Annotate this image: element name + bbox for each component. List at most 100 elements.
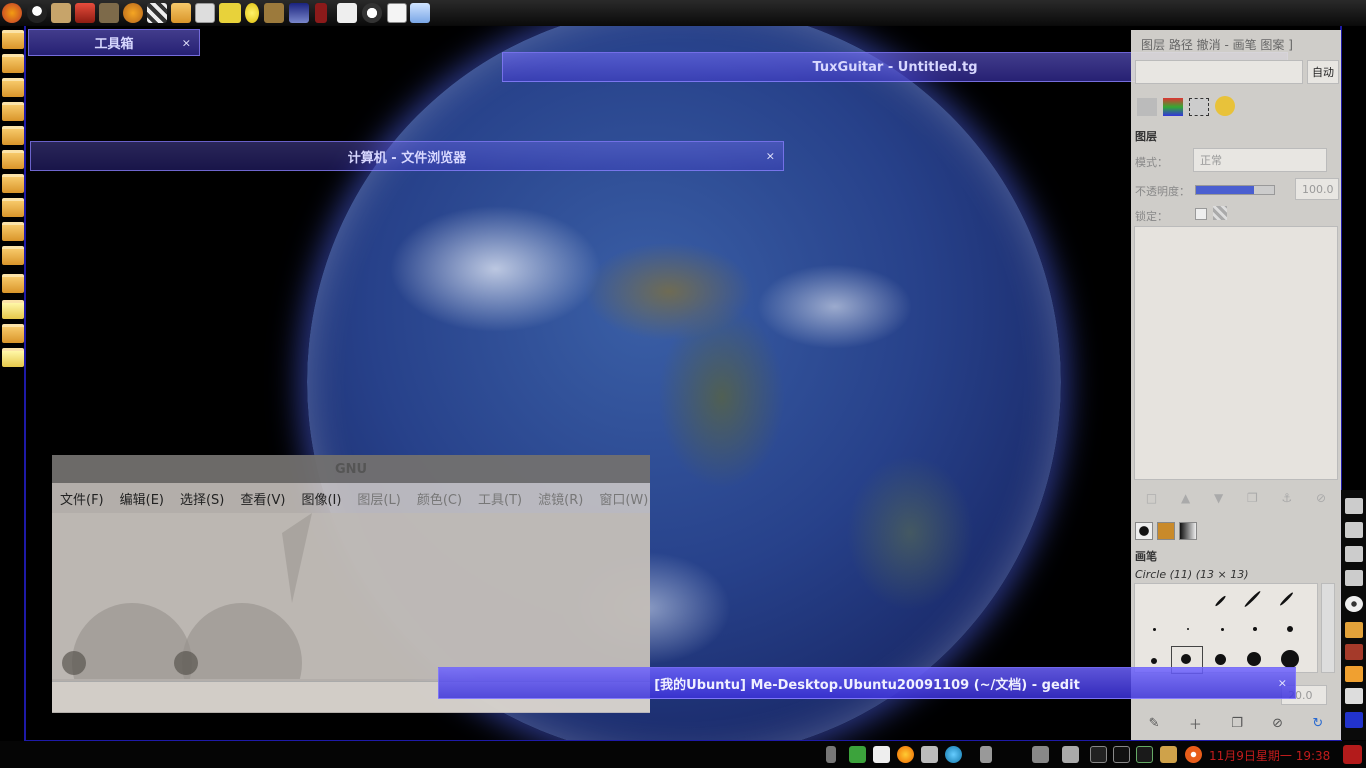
brush-item[interactable] [1279, 591, 1294, 607]
menu-layer[interactable]: 图层(L) [349, 489, 408, 508]
delete-brush-icon[interactable]: ⊘ [1272, 716, 1283, 731]
menu-view[interactable]: 查看(V) [232, 489, 293, 508]
duplicate-layer-icon[interactable]: ❐ [1247, 491, 1258, 505]
new-brush-icon[interactable]: ＋ [1189, 714, 1202, 733]
desktop-folder-icon[interactable] [2, 54, 24, 73]
brush-item[interactable] [1187, 628, 1189, 630]
menu-file[interactable]: 文件(F) [52, 489, 112, 508]
pet-app-icon[interactable] [123, 3, 143, 23]
gimp-animal-icon[interactable] [99, 3, 119, 23]
desktop-folder-icon[interactable] [2, 274, 24, 293]
easy-app-icon[interactable] [219, 3, 241, 23]
drive-icon[interactable] [1345, 546, 1363, 562]
wine-icon[interactable] [315, 3, 327, 23]
text-editor-icon[interactable] [387, 3, 407, 23]
wallpaper-icon[interactable] [1345, 644, 1363, 660]
firefox-icon[interactable] [2, 3, 22, 23]
wrench-app-icon[interactable] [264, 3, 284, 23]
gimp-canvas[interactable] [52, 513, 650, 723]
photo-album-icon[interactable] [337, 3, 357, 23]
keyboard-input-icon[interactable] [873, 746, 890, 763]
image-select[interactable] [1135, 60, 1303, 84]
refresh-brush-icon[interactable]: ↻ [1312, 716, 1323, 731]
qq-penguin-icon[interactable] [27, 3, 47, 23]
brush-item[interactable] [1221, 628, 1224, 631]
desktop-file-icon[interactable] [2, 300, 24, 319]
terminal-icon[interactable] [1113, 746, 1130, 763]
bulb-icon[interactable] [245, 3, 259, 23]
desktop-folder-icon[interactable] [2, 126, 24, 145]
terminal-icon[interactable] [1090, 746, 1107, 763]
edit-icon[interactable] [1062, 746, 1079, 763]
auto-button[interactable]: 自动 [1307, 60, 1339, 84]
drive-icon[interactable] [1345, 498, 1363, 514]
menu-image[interactable]: 图像(I) [293, 489, 349, 508]
anchor-layer-icon[interactable]: ⚓ [1282, 491, 1293, 505]
layers-tab-icon[interactable] [1137, 98, 1157, 116]
lock-alpha-icon[interactable] [1213, 206, 1227, 220]
power-icon[interactable] [1343, 745, 1362, 764]
file-manager-icon[interactable] [1160, 746, 1177, 763]
home-folder-icon[interactable] [1345, 622, 1363, 638]
brush-item[interactable] [1181, 654, 1191, 664]
lock-checkbox[interactable] [1195, 208, 1207, 220]
brush-item[interactable] [1151, 658, 1157, 664]
edit-brush-icon[interactable]: ✎ [1149, 716, 1160, 731]
clock[interactable]: 11月9日星期一 19:38 [1209, 747, 1330, 764]
gedit-titlebar[interactable]: [我的Ubuntu] Me-Desktop.Ubuntu20091109 (~/… [438, 667, 1296, 699]
drive-icon[interactable] [1345, 522, 1363, 538]
flame-icon[interactable] [897, 746, 914, 763]
image-viewer-icon[interactable] [195, 3, 215, 23]
network-icon[interactable] [849, 746, 866, 763]
close-icon[interactable]: × [766, 150, 775, 163]
volume-icon[interactable] [980, 746, 992, 763]
ubuntu-icon[interactable] [1185, 746, 1202, 763]
brush-item[interactable] [1243, 590, 1262, 608]
menu-windows[interactable]: 窗口(W) [591, 489, 656, 508]
desktop-folder-icon[interactable] [2, 102, 24, 121]
duplicate-brush-icon[interactable]: ❐ [1231, 716, 1243, 731]
toolbox-titlebar[interactable]: 工具箱 × [28, 29, 200, 56]
gradient-tab-icon[interactable] [1179, 522, 1197, 540]
camera-icon[interactable] [921, 746, 938, 763]
desktop-file-icon[interactable] [2, 348, 24, 367]
menu-edit[interactable]: 编辑(E) [112, 489, 172, 508]
cdrom-icon[interactable] [1345, 596, 1363, 612]
brush-item[interactable] [1253, 627, 1257, 631]
desktop-folder-icon[interactable] [2, 222, 24, 241]
desktop-folder-icon[interactable] [2, 198, 24, 217]
star-app-icon[interactable] [1345, 666, 1363, 682]
raise-layer-icon[interactable]: ▲ [1181, 491, 1190, 505]
channels-tab-icon[interactable] [1163, 98, 1183, 116]
presentation-icon[interactable] [1345, 688, 1363, 704]
menu-select[interactable]: 选择(S) [172, 489, 232, 508]
desktop-folder-icon[interactable] [2, 324, 24, 343]
system-monitor-icon[interactable] [1136, 746, 1153, 763]
desktop-folder-icon[interactable] [2, 78, 24, 97]
new-layer-icon[interactable]: □ [1146, 491, 1157, 505]
menu-colors[interactable]: 颜色(C) [409, 489, 470, 508]
folder-icon[interactable] [171, 3, 191, 23]
brush-item[interactable] [1247, 652, 1261, 666]
desktop-folder-icon[interactable] [2, 150, 24, 169]
pin-icon[interactable] [826, 746, 836, 763]
browser-icon[interactable] [945, 746, 962, 763]
paths-tab-icon[interactable] [1189, 98, 1209, 116]
brush-grid[interactable] [1134, 583, 1318, 674]
opacity-slider[interactable] [1195, 185, 1275, 195]
brush-item[interactable] [1153, 628, 1156, 631]
gimp-titlebar[interactable]: GNU [52, 455, 650, 483]
opacity-input[interactable]: 100.0 [1295, 178, 1339, 200]
mode-select[interactable]: 正常 [1193, 148, 1327, 172]
menu-tools[interactable]: 工具(T) [470, 489, 530, 508]
recorder-app-icon[interactable] [75, 3, 95, 23]
close-icon[interactable]: × [182, 36, 191, 49]
layers-list[interactable] [1134, 226, 1338, 480]
lower-layer-icon[interactable]: ▼ [1214, 491, 1223, 505]
brush-item[interactable] [1214, 594, 1227, 608]
rabbit-app-icon[interactable] [51, 3, 71, 23]
desktop-folder-icon[interactable] [2, 246, 24, 265]
brush-scrollbar[interactable] [1321, 583, 1335, 673]
penguin-face-icon[interactable] [362, 3, 382, 23]
menu-filters[interactable]: 滤镜(R) [530, 489, 591, 508]
